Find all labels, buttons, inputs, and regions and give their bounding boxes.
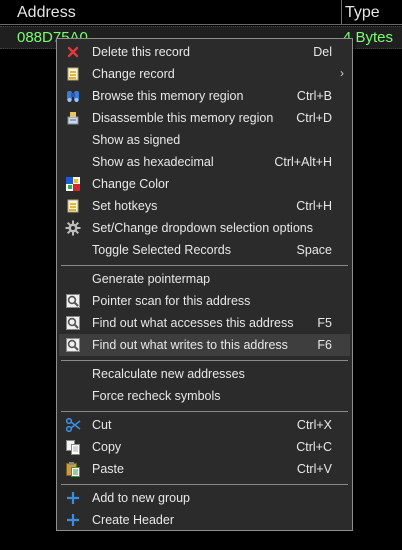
menu-item-label: Show as signed [92, 133, 181, 147]
menu-item-label: Recalculate new addresses [92, 367, 245, 381]
scissors-icon [65, 417, 81, 433]
menu-item-shortcut: Ctrl+B [296, 89, 332, 103]
menu-item-label: Copy [92, 440, 122, 454]
menu-item-cut[interactable]: Cut Ctrl+X [59, 414, 350, 436]
plus-icon [65, 490, 81, 506]
menu-item-shortcut: Ctrl+Alt+H [274, 155, 332, 169]
table-header: Address Type [0, 0, 402, 25]
menu-separator [61, 265, 348, 266]
scan-magnifier-icon [65, 337, 81, 353]
paste-icon [65, 461, 81, 477]
menu-item-find-writes[interactable]: Find out what writes to this address F6 [59, 334, 350, 356]
submenu-arrow-icon: › [340, 66, 344, 80]
menu-item-shortcut: Ctrl+V [296, 462, 332, 476]
copy-icon [65, 439, 81, 455]
menu-item-change-color[interactable]: Change Color [59, 173, 350, 195]
menu-item-label: Find out what writes to this address [92, 338, 288, 352]
menu-item-shortcut: Ctrl+H [296, 199, 332, 213]
plus-icon [65, 512, 81, 528]
menu-item-label: Generate pointermap [92, 272, 211, 286]
menu-separator [61, 360, 348, 361]
menu-separator [61, 484, 348, 485]
menu-item-label: Change record [92, 67, 175, 81]
menu-item-delete-record[interactable]: Delete this record Del [59, 41, 350, 63]
column-address[interactable]: Address [0, 0, 342, 24]
menu-item-change-record[interactable]: Change record › [59, 63, 350, 85]
context-menu: Delete this record Del Change record › B… [56, 38, 353, 531]
menu-item-disassemble-memory[interactable]: Disassemble this memory region Ctrl+D [59, 107, 350, 129]
menu-item-shortcut: Ctrl+C [296, 440, 332, 454]
menu-item-label: Cut [92, 418, 112, 432]
menu-item-force-recheck-symbols[interactable]: Force recheck symbols [59, 385, 350, 407]
menu-item-label: Set/Change dropdown selection options [92, 221, 313, 235]
menu-item-generate-pointermap[interactable]: Generate pointermap [59, 268, 350, 290]
menu-item-label: Delete this record [92, 45, 190, 59]
delete-x-icon [65, 44, 81, 60]
menu-item-find-accesses[interactable]: Find out what accesses this address F5 [59, 312, 350, 334]
menu-item-pointer-scan[interactable]: Pointer scan for this address [59, 290, 350, 312]
scan-magnifier-icon [65, 293, 81, 309]
column-type-label: Type [345, 4, 380, 21]
menu-item-shortcut: Ctrl+D [296, 111, 332, 125]
menu-item-label: Create Header [92, 513, 174, 527]
menu-item-add-to-new-group[interactable]: Add to new group [59, 487, 350, 509]
menu-item-label: Add to new group [92, 491, 190, 505]
menu-item-shortcut: Space [296, 243, 332, 257]
menu-item-dropdown-options[interactable]: Set/Change dropdown selection options [59, 217, 350, 239]
menu-item-shortcut: Del [313, 45, 332, 59]
menu-item-label: Disassemble this memory region [92, 111, 274, 125]
menu-item-label: Toggle Selected Records [92, 243, 231, 257]
menu-item-shortcut: Ctrl+X [296, 418, 332, 432]
menu-item-toggle-selected-records[interactable]: Toggle Selected Records Space [59, 239, 350, 261]
color-palette-icon [65, 176, 81, 192]
menu-item-show-as-signed[interactable]: Show as signed [59, 129, 350, 151]
column-address-label: Address [17, 4, 76, 21]
column-type[interactable]: Type [343, 0, 402, 24]
menu-item-set-hotkeys[interactable]: Set hotkeys Ctrl+H [59, 195, 350, 217]
menu-item-browse-memory[interactable]: Browse this memory region Ctrl+B [59, 85, 350, 107]
edit-note-icon [65, 66, 81, 82]
menu-item-copy[interactable]: Copy Ctrl+C [59, 436, 350, 458]
menu-item-label: Paste [92, 462, 124, 476]
menu-item-label: Force recheck symbols [92, 389, 221, 403]
menu-item-label: Find out what accesses this address [92, 316, 294, 330]
binoculars-icon [65, 88, 81, 104]
disassemble-icon [65, 110, 81, 126]
menu-item-shortcut: F5 [317, 316, 332, 330]
menu-item-paste[interactable]: Paste Ctrl+V [59, 458, 350, 480]
scan-magnifier-icon [65, 315, 81, 331]
menu-item-label: Change Color [92, 177, 170, 191]
menu-item-label: Pointer scan for this address [92, 294, 251, 308]
menu-item-label: Browse this memory region [92, 89, 244, 103]
menu-item-shortcut: F6 [317, 338, 332, 352]
menu-item-recalculate-addresses[interactable]: Recalculate new addresses [59, 363, 350, 385]
gear-icon [65, 220, 81, 236]
menu-item-label: Show as hexadecimal [92, 155, 214, 169]
menu-separator [61, 411, 348, 412]
menu-item-show-as-hexadecimal[interactable]: Show as hexadecimal Ctrl+Alt+H [59, 151, 350, 173]
menu-item-create-header[interactable]: Create Header [59, 509, 350, 531]
hotkey-note-icon [65, 198, 81, 214]
menu-item-label: Set hotkeys [92, 199, 158, 213]
